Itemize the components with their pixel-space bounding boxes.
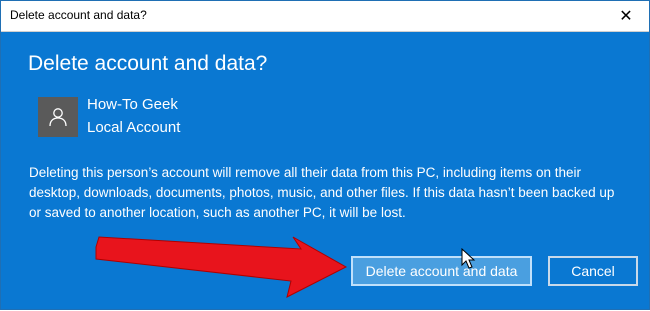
mouse-cursor-icon bbox=[461, 248, 476, 269]
delete-account-dialog: Delete account and data? ✕ Delete accoun… bbox=[0, 0, 650, 310]
annotation-arrow-icon bbox=[95, 236, 348, 298]
